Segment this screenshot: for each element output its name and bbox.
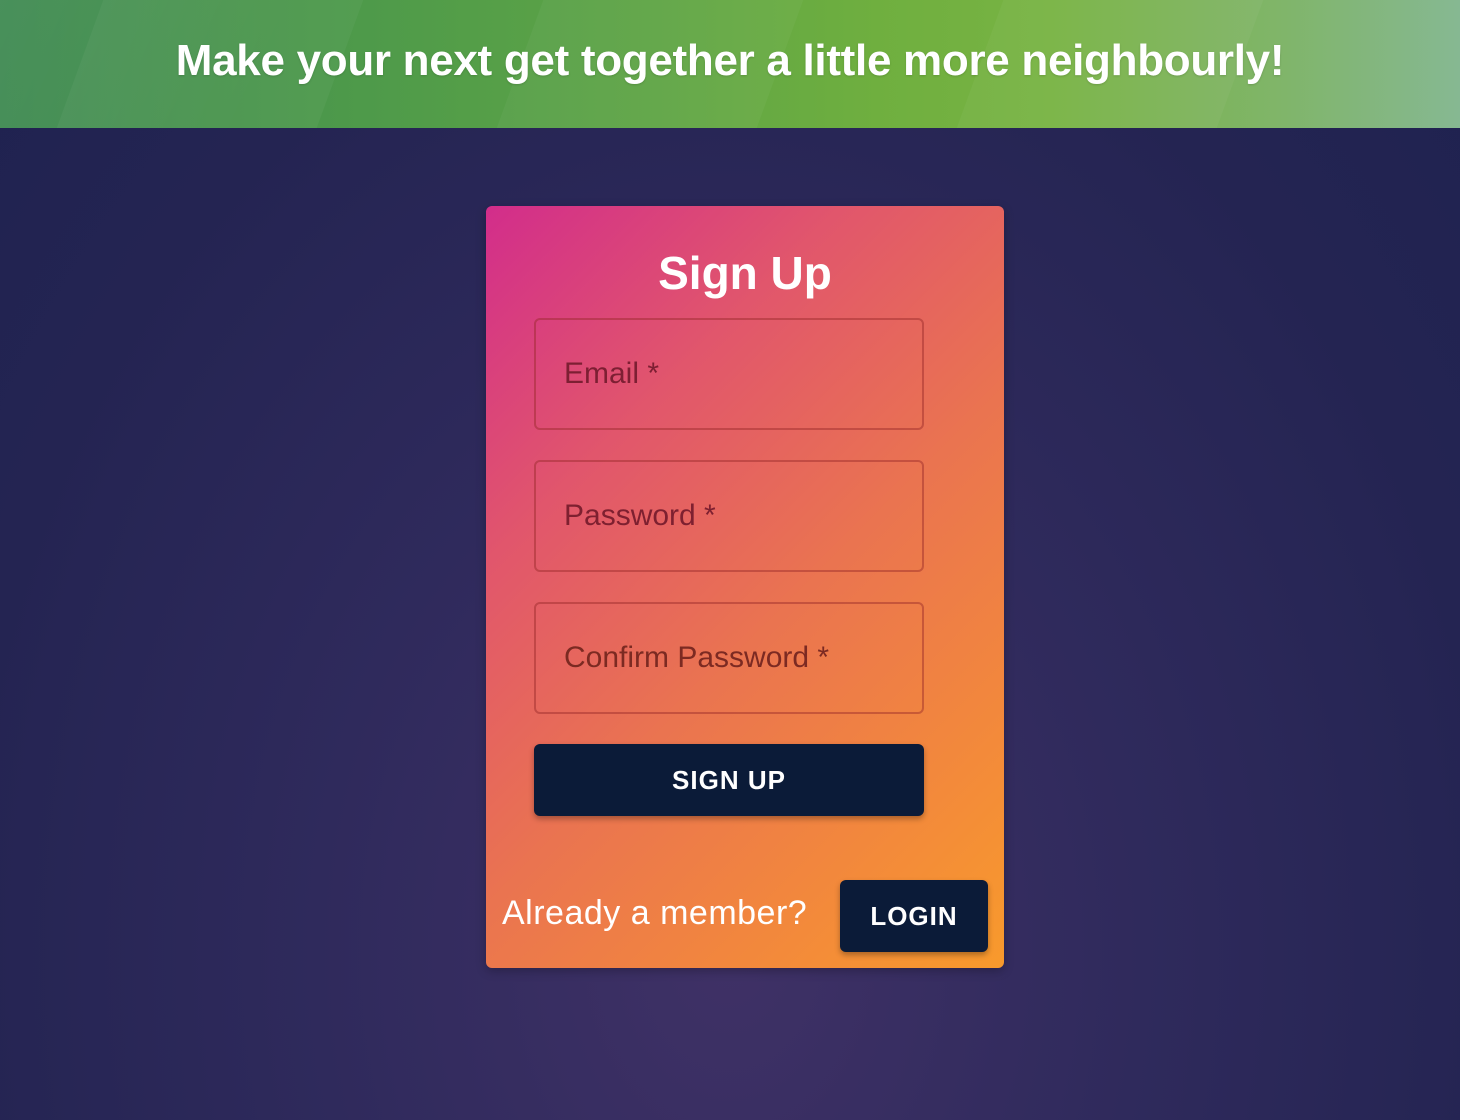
password-field[interactable] — [536, 462, 922, 570]
email-field[interactable] — [536, 320, 922, 428]
confirm-password-field[interactable] — [536, 604, 922, 712]
banner-title: Make your next get together a little mor… — [175, 36, 1285, 85]
signup-button[interactable]: SIGN UP — [534, 744, 924, 816]
password-field-container — [534, 460, 924, 572]
confirm-password-field-container — [534, 602, 924, 714]
email-field-container — [534, 318, 924, 430]
header-banner: Make your next get together a little mor… — [0, 0, 1460, 128]
login-button[interactable]: LOGIN — [840, 880, 988, 952]
already-member-text: Already a member? — [502, 894, 808, 932]
signup-card: Sign Up SIGN UP Already a member? LOGIN — [486, 206, 1004, 968]
signup-title: Sign Up — [658, 247, 832, 299]
